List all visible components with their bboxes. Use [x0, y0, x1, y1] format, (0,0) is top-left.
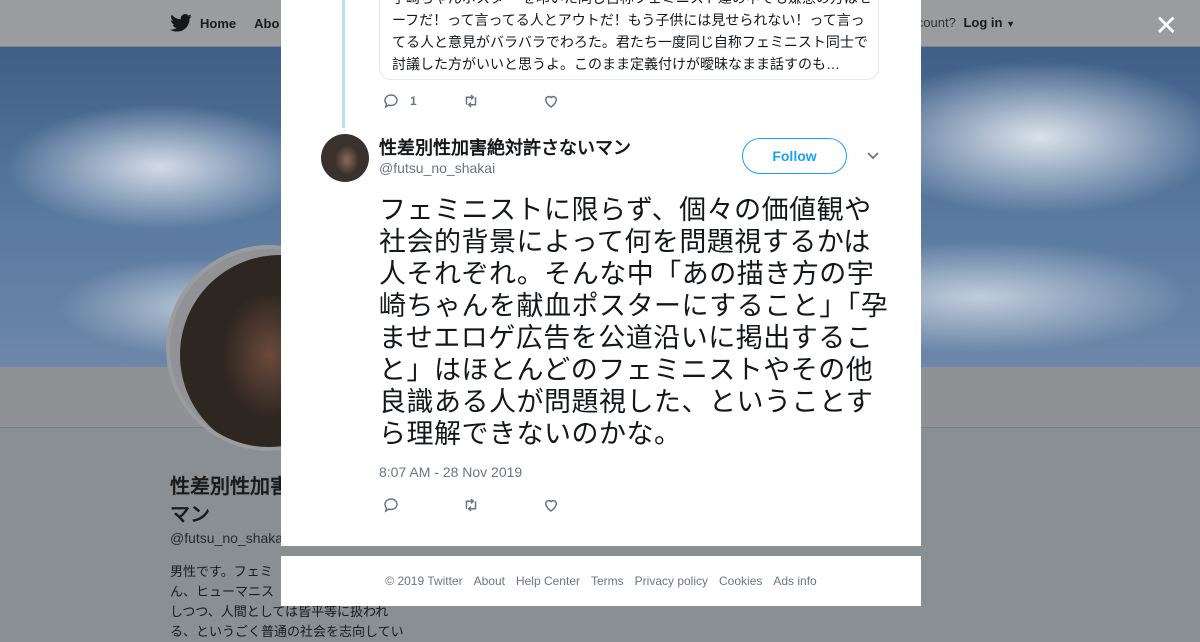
author-name[interactable]: 性差別性加害絶対許さないマン — [379, 134, 631, 160]
login-area: count? Log in ▼ — [917, 15, 1015, 30]
close-icon[interactable]: ✕ — [1155, 12, 1178, 40]
chevron-down-icon[interactable] — [866, 150, 880, 162]
chevron-down-icon: ▼ — [1006, 19, 1015, 29]
profile-name-line2: マン — [170, 504, 210, 526]
footer-copyright: © 2019 Twitter — [385, 574, 463, 588]
retweet-button[interactable] — [462, 496, 542, 514]
like-button[interactable] — [542, 92, 622, 110]
tweet-timestamp[interactable]: 8:07 AM - 28 Nov 2019 — [379, 464, 522, 480]
reply-button[interactable] — [382, 496, 462, 514]
quoted-text-line: 討議した方がいいと思うよ。このまま定義付けが曖昧なまま話すのも… — [392, 56, 840, 72]
tweet-modal: 子崎ちゃんポスター を叩いた同じ自称フェミニスト達の中でも嫌悪の方はセ ーフだ！… — [281, 0, 921, 546]
twitter-bird-icon — [170, 14, 192, 32]
parent-tweet-actions: 1 — [382, 92, 622, 110]
profile-name-line1: 性差別性加害 — [170, 476, 290, 498]
footer-help-center-link[interactable]: Help Center — [516, 574, 580, 588]
like-button[interactable] — [542, 496, 622, 514]
follow-button[interactable]: Follow — [742, 138, 847, 174]
footer-ads-info-link[interactable]: Ads info — [773, 574, 816, 588]
tweet-text: フェミニストに限らず、個々の価値観や社会的背景によって何を問題視するかは人それぞ… — [379, 195, 889, 449]
author-handle[interactable]: @futsu_no_shakai — [379, 160, 495, 176]
reply-button[interactable]: 1 — [382, 92, 462, 110]
footer-terms-link[interactable]: Terms — [591, 574, 624, 588]
nav-about-link[interactable]: Abo — [254, 16, 279, 31]
quoted-text-line: てる人と意見がバラバラでわろた。君たち一度同じ自称フェミニスト同士で — [392, 34, 868, 50]
profile-name: 性差別性加害 マン — [170, 473, 290, 529]
quoted-text-line: 子崎ちゃんポスター を叩いた同じ自称フェミニスト達の中でも嫌悪の方はセ — [392, 0, 872, 9]
nav-home-label: Home — [200, 15, 237, 31]
footer-privacy-link[interactable]: Privacy policy — [635, 574, 708, 588]
reply-icon — [384, 498, 398, 513]
bio-line: る、というごく普通の社会を志向してい — [170, 624, 404, 639]
reply-count: 1 — [410, 94, 417, 108]
profile-handle: @futsu_no_shaka — [170, 530, 284, 546]
account-prompt: count? — [916, 15, 956, 30]
footer-cookies-link[interactable]: Cookies — [719, 574, 762, 588]
heart-icon — [544, 95, 558, 108]
retweet-icon — [465, 94, 477, 108]
thread-connector — [342, 0, 345, 128]
footer-about-link[interactable]: About — [474, 574, 505, 588]
reply-icon — [384, 94, 398, 109]
retweet-button[interactable] — [462, 92, 542, 110]
retweet-icon — [465, 498, 477, 512]
quoted-text-line: ーフだ！って言ってる人とアウトだ！もう子供には見せられない！って言っ — [392, 12, 865, 28]
modal-footer: © 2019 Twitter About Help Center Terms P… — [281, 556, 921, 606]
heart-icon — [544, 499, 558, 512]
login-link[interactable]: Log in — [963, 15, 1002, 30]
author-avatar[interactable] — [321, 134, 369, 182]
nav-home-link[interactable]: Home — [170, 14, 236, 32]
tweet-actions — [382, 496, 622, 514]
quoted-tweet-card[interactable]: 子崎ちゃんポスター を叩いた同じ自称フェミニスト達の中でも嫌悪の方はセ ーフだ！… — [379, 0, 879, 80]
